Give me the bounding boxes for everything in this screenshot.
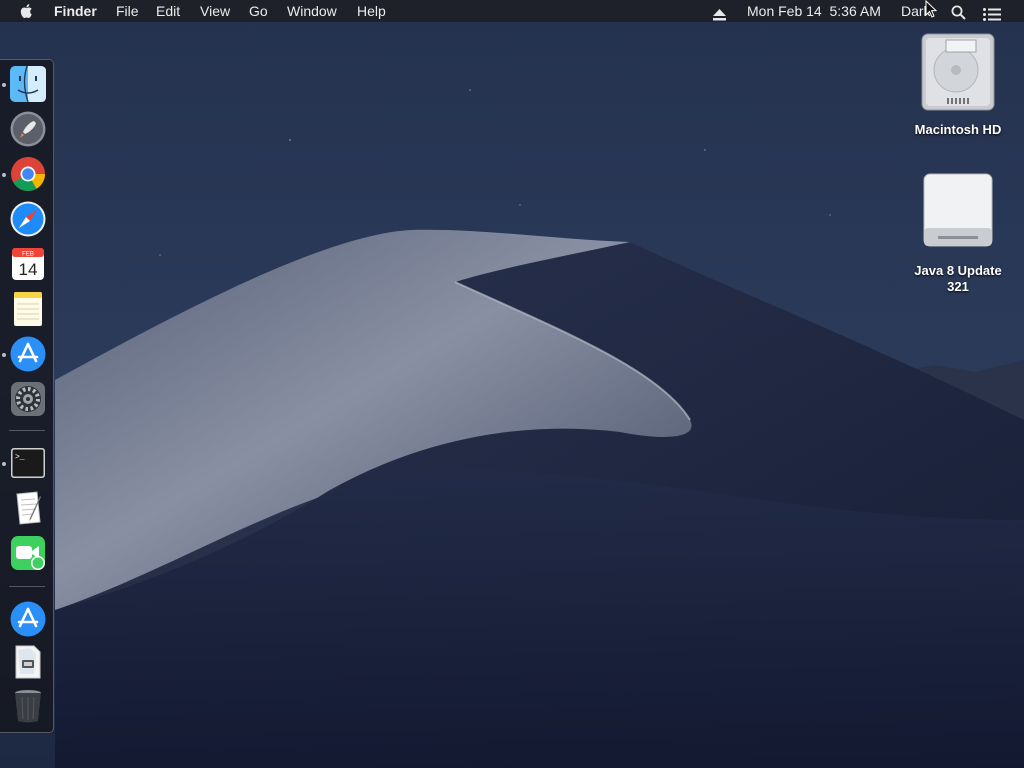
dock-separator: [9, 430, 45, 431]
dock-notes-icon[interactable]: [9, 290, 47, 328]
notification-center-icon[interactable]: [983, 5, 1001, 27]
running-indicator: [2, 462, 6, 466]
desktop-icon-macintosh-hd[interactable]: Macintosh HD: [903, 32, 1013, 138]
menu-bar: Finder File Edit View Go Window Help Mon…: [0, 0, 1024, 22]
menu-app-finder[interactable]: Finder: [54, 0, 97, 22]
menu-view[interactable]: View: [200, 0, 230, 22]
dock: FEB 14 >_: [0, 59, 54, 733]
desktop-icon-label: Macintosh HD: [914, 122, 1002, 137]
apple-icon[interactable]: [19, 2, 35, 24]
dock-chrome-icon[interactable]: [9, 155, 47, 193]
dock-terminal-icon[interactable]: >_: [9, 444, 47, 482]
menu-file[interactable]: File: [116, 0, 139, 22]
dock-documents-stack-icon[interactable]: [9, 643, 47, 681]
running-indicator: [2, 353, 6, 357]
dock-separator: [9, 586, 45, 587]
dock-finder-icon[interactable]: [9, 65, 47, 103]
terminal-prompt-label: >_: [15, 453, 25, 462]
desktop-icon-label: Java 8 Update 321: [914, 263, 1002, 294]
dock-trash-icon[interactable]: [9, 687, 47, 725]
eject-icon[interactable]: [713, 5, 726, 27]
calendar-month-label: FEB: [22, 252, 34, 258]
menu-go[interactable]: Go: [249, 0, 268, 22]
dock-app-store-icon[interactable]: [9, 335, 47, 373]
menu-clock[interactable]: Mon Feb 14 5:36 AM: [747, 0, 881, 22]
dock-textedit-icon[interactable]: [9, 489, 47, 527]
running-indicator: [2, 83, 6, 87]
spotlight-search-icon[interactable]: [951, 4, 966, 26]
menu-edit[interactable]: Edit: [156, 0, 180, 22]
menu-help[interactable]: Help: [357, 0, 386, 22]
dock-calendar-icon[interactable]: FEB 14: [9, 245, 47, 283]
dock-launchpad-icon[interactable]: [9, 110, 47, 148]
dock-safari-icon[interactable]: [9, 200, 47, 238]
dock-system-preferences-icon[interactable]: [9, 380, 47, 418]
running-indicator: [2, 173, 6, 177]
desktop-icon-java-8-update[interactable]: Java 8 Update 321: [903, 170, 1013, 295]
desktop-wallpaper: [0, 0, 1024, 768]
menu-window[interactable]: Window: [287, 0, 337, 22]
external-disk-icon: [923, 173, 993, 247]
mouse-cursor-icon: [925, 0, 938, 22]
dock-facetime-icon[interactable]: [9, 534, 47, 572]
dock-app-store-stack-icon[interactable]: [9, 600, 47, 638]
hard-drive-icon: [921, 33, 995, 111]
calendar-day-label: 14: [19, 260, 38, 279]
